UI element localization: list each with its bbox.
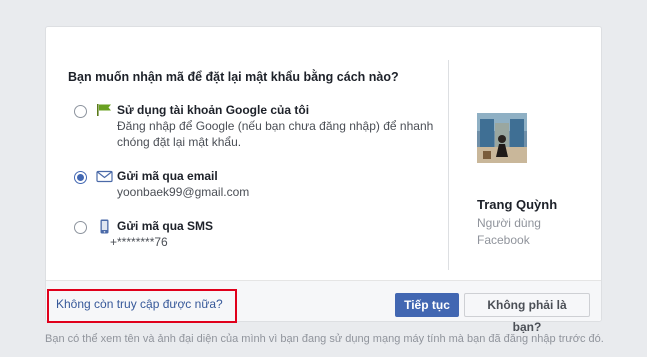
reset-password-dialog: Bạn muốn nhận mã để đặt lại mật khẩu bằn… [45,26,602,334]
envelope-icon [96,169,113,183]
option-google-desc: Đăng nhập để Google (nếu bạn chưa đăng n… [117,118,433,150]
dialog-question: Bạn muốn nhận mã để đặt lại mật khẩu bằn… [68,70,399,84]
radio-google[interactable] [74,105,87,118]
continue-button[interactable]: Tiếp tục [395,293,459,317]
option-google-title-row: Sử dụng tài khoản Google của tôi [96,103,433,117]
dialog-body: Bạn muốn nhận mã để đặt lại mật khẩu bằn… [46,27,601,282]
option-sms[interactable]: Gửi mã qua SMS +********76 [74,219,213,250]
profile-sub-line1: Người dùng [477,216,541,230]
option-email-content: Gửi mã qua email yoonbaek99@gmail.com [96,169,249,200]
option-google[interactable]: Sử dụng tài khoản Google của tôi Đăng nh… [74,103,433,150]
option-google-desc-line2: chóng đặt lại mật khẩu. [117,135,242,149]
option-email-title-row: Gửi mã qua email [96,169,249,183]
option-sms-desc: +********76 [110,234,213,250]
option-email-desc: yoonbaek99@gmail.com [117,184,249,200]
option-sms-number: +********76 [110,235,168,249]
option-google-title: Sử dụng tài khoản Google của tôi [117,103,310,117]
avatar [477,113,527,163]
option-email-address: yoonbaek99@gmail.com [117,185,250,199]
dialog-footer: Không còn truy cập được nữa? Tiếp tục Kh… [46,280,601,334]
no-access-link[interactable]: Không còn truy cập được nữa? [56,297,223,311]
google-flag-icon [96,103,113,117]
option-google-content: Sử dụng tài khoản Google của tôi Đăng nh… [96,103,433,150]
profile-sub-line2: Facebook [477,233,530,247]
option-email[interactable]: Gửi mã qua email yoonbaek99@gmail.com [74,169,249,200]
not-you-button[interactable]: Không phải là bạn? [464,293,590,334]
profile-name: Trang Quỳnh [477,197,558,212]
option-google-desc-line1: Đăng nhập để Google (nếu bạn chưa đăng n… [117,119,434,133]
option-sms-title: Gửi mã qua SMS [117,219,214,233]
option-sms-title-row: Gửi mã qua SMS [96,219,213,233]
option-email-title: Gửi mã qua email [117,169,218,183]
phone-icon [96,219,113,233]
profile-panel: Trang Quỳnh Người dùng Facebook [448,60,602,270]
radio-sms[interactable] [74,221,87,234]
profile-subtitle: Người dùng Facebook [477,215,557,249]
option-sms-content: Gửi mã qua SMS +********76 [96,219,213,250]
network-note: Bạn có thể xem tên và ảnh đại diện của m… [45,333,604,345]
radio-email[interactable] [74,171,87,184]
